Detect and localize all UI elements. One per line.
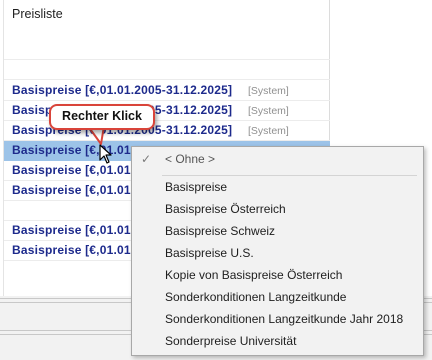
row-name: Basispreise [€,01.01: [12, 243, 131, 257]
row-name: Basispreise [€,01.01: [12, 223, 131, 237]
menu-item-basispreise-us[interactable]: Basispreise U.S.: [132, 243, 423, 265]
right-click-callout: Rechter Klick: [49, 104, 155, 130]
row-name: Basispreise [€,01.01: [12, 163, 131, 177]
menu-item-label: Basispreise U.S.: [165, 246, 254, 260]
callout-text: Rechter Klick: [62, 109, 142, 123]
column-header-preisliste[interactable]: Preisliste: [12, 7, 63, 21]
table-row[interactable]: Basispreise [€,01.01.2005-31.12.2025] [S…: [4, 81, 330, 101]
menu-item-label: Sonderkonditionen Langzeitkunde: [165, 290, 347, 304]
menu-item-label: Basispreise: [165, 180, 228, 194]
row-system-tag: [System]: [248, 105, 289, 117]
table-row-empty[interactable]: [4, 60, 330, 80]
menu-item-sonderpreise-universitaet[interactable]: Sonderpreise Universität: [132, 331, 423, 353]
context-menu: ✓ < Ohne > Basispreise Basispreise Öster…: [131, 146, 424, 356]
menu-item-label: Basispreise Österreich: [165, 202, 286, 216]
menu-item-label: Sonderpreise Universität: [165, 334, 297, 348]
mouse-cursor-icon: [99, 144, 112, 164]
menu-item-basispreise-oesterreich[interactable]: Basispreise Österreich: [132, 199, 423, 221]
menu-item-label: Sonderkonditionen Langzeitkunde Jahr 201…: [165, 312, 404, 326]
menu-item-basispreise-schweiz[interactable]: Basispreise Schweiz: [132, 221, 423, 243]
table-row-empty[interactable]: [4, 40, 330, 60]
checkmark-icon: ✓: [141, 152, 152, 166]
menu-item-label: Basispreise Schweiz: [165, 224, 276, 238]
menu-item-sonderkonditionen-langzeitkunde-2018[interactable]: Sonderkonditionen Langzeitkunde Jahr 201…: [132, 309, 423, 331]
row-system-tag: [System]: [248, 85, 289, 97]
menu-item-none[interactable]: ✓ < Ohne >: [132, 149, 423, 171]
menu-item-label: Kopie von Basispreise Österreich: [165, 268, 343, 282]
menu-separator: [162, 175, 417, 176]
menu-item-sonderkonditionen-langzeitkunde[interactable]: Sonderkonditionen Langzeitkunde: [132, 287, 423, 309]
menu-item-kopie-basispreise-oesterreich[interactable]: Kopie von Basispreise Österreich: [132, 265, 423, 287]
menu-item-label: < Ohne >: [165, 152, 216, 166]
row-name: Basispreise [€,01.01: [12, 183, 131, 197]
menu-item-basispreise[interactable]: Basispreise: [132, 177, 423, 199]
row-name: Basispreise [€,01.01.2005-31.12.2025]: [12, 83, 233, 97]
row-system-tag: [System]: [248, 125, 289, 137]
